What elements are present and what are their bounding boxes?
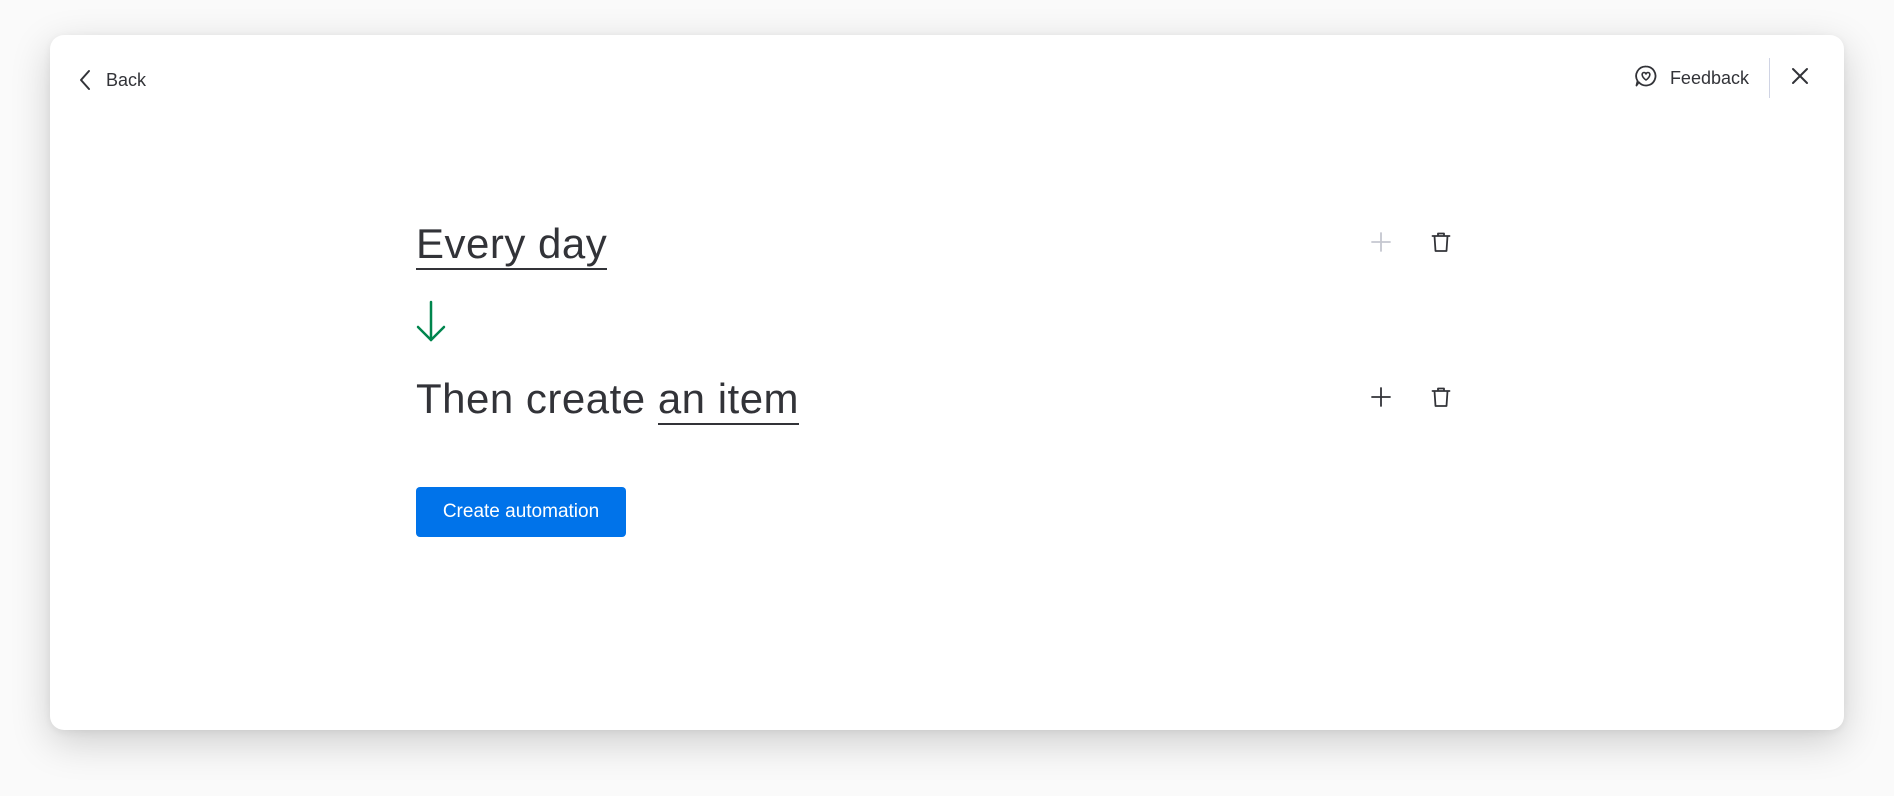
- create-automation-button[interactable]: Create automation: [416, 487, 626, 537]
- back-label: Back: [106, 69, 147, 90]
- back-button[interactable]: Back: [78, 63, 146, 97]
- top-right-controls: Feedback: [1634, 57, 1816, 99]
- add-condition-button[interactable]: [1366, 229, 1396, 259]
- feedback-button[interactable]: Feedback: [1634, 64, 1769, 93]
- plus-icon: [1369, 385, 1393, 414]
- feedback-icon: [1634, 64, 1658, 93]
- trigger-sentence: Every day: [416, 220, 608, 270]
- plus-icon: [1369, 230, 1393, 259]
- action-row-actions: [1366, 384, 1456, 414]
- automation-modal: Back Feedback Every day Then create an i…: [50, 35, 1844, 730]
- trigger-row-actions: [1366, 229, 1456, 259]
- action-object-selector[interactable]: an item: [657, 375, 800, 425]
- close-button[interactable]: [1784, 62, 1816, 94]
- chevron-left-icon: [78, 69, 92, 91]
- close-icon: [1790, 66, 1810, 91]
- add-action-button[interactable]: [1366, 384, 1396, 414]
- trash-icon: [1429, 230, 1453, 259]
- trigger-selector[interactable]: Every day: [416, 220, 608, 270]
- action-sentence: Then create an item: [416, 375, 800, 425]
- header-divider: [1769, 58, 1770, 98]
- feedback-label: Feedback: [1669, 67, 1749, 88]
- delete-action-button[interactable]: [1426, 384, 1456, 414]
- delete-trigger-button[interactable]: [1426, 229, 1456, 259]
- action-prefix: Then create: [416, 375, 658, 422]
- trash-icon: [1429, 385, 1453, 414]
- arrow-down-icon: [414, 300, 448, 349]
